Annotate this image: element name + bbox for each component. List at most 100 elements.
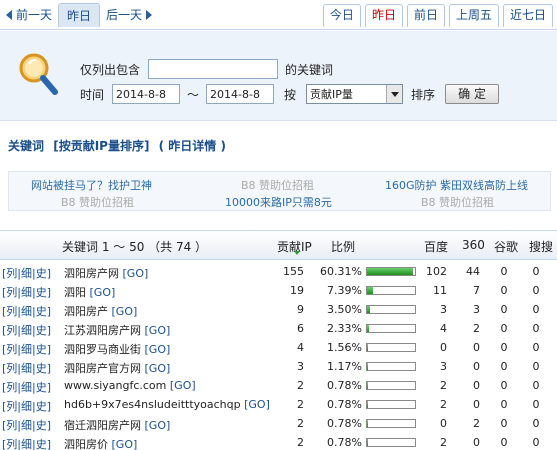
history-link[interactable]: |史] [32, 419, 51, 432]
contains-label: 仅列出包含 [80, 62, 141, 77]
table-row: [列|细|史] 泗阳罗马商业街 [GO] 4 1.56% 0 0 0 0 [0, 338, 557, 357]
detail-link[interactable]: |细 [17, 381, 32, 394]
keyword-cell: www.siyangfc.com [GO] [64, 379, 196, 392]
tab-yesterday[interactable]: 昨日 [364, 4, 403, 27]
s360-cell: 0 [473, 341, 480, 354]
ratio-bar-fill [367, 287, 373, 294]
confirm-button[interactable]: 确 定 [445, 84, 500, 104]
history-link[interactable]: |史] [32, 381, 51, 394]
detail-link[interactable]: |细 [17, 419, 32, 432]
filter-panel: 仅列出包含 的关键词 时间 ～ 按 贡献IP量 排序 确 定 [0, 31, 557, 121]
prev-day-link[interactable]: 前一天 [0, 3, 58, 27]
go-link[interactable]: [GO] [145, 343, 171, 356]
ratio-bar [366, 343, 416, 352]
tab-last-7-days[interactable]: 近七日 [502, 4, 553, 27]
list-link[interactable]: [列 [2, 362, 17, 375]
go-link[interactable]: [GO] [145, 362, 171, 375]
detail-link[interactable]: |细 [17, 343, 32, 356]
go-link[interactable]: [GO] [123, 267, 149, 280]
google-cell: 0 [500, 341, 508, 354]
date-stepper: 前一天 昨日 后一天 [0, 3, 158, 27]
list-link[interactable]: [列 [2, 419, 17, 432]
date-filter-row: 时间 ～ 按 贡献IP量 排序 确 定 [80, 84, 500, 104]
detail-link[interactable]: |细 [17, 286, 32, 299]
row-actions: [列|细|史] [2, 303, 51, 319]
col-360[interactable]: 360 [462, 238, 485, 252]
go-link[interactable]: [GO] [112, 305, 138, 318]
go-link[interactable]: [GO] [170, 379, 196, 392]
go-link[interactable]: [GO] [145, 324, 171, 337]
keyword-cell: 泗阳 [GO] [64, 284, 115, 300]
tab-last-friday[interactable]: 上周五 [448, 4, 499, 27]
detail-link[interactable]: |细 [17, 400, 32, 413]
date-to-input[interactable] [206, 84, 275, 104]
list-link[interactable]: [列 [2, 267, 17, 280]
list-link[interactable]: [列 [2, 400, 17, 413]
history-link[interactable]: |史] [32, 305, 51, 318]
ratio-bar [366, 305, 416, 314]
tab-day-before[interactable]: 前日 [406, 4, 445, 27]
sort-field-select[interactable]: 贡献IP量 [306, 84, 404, 104]
keyword-text: 江苏泗阳房产网 [64, 324, 141, 337]
ad-link-1[interactable]: 网站被挂马了？找护卫神 [31, 177, 152, 193]
keyword-cell: hd6b+9x7es4nsludeitttyoachqp [GO] [64, 398, 270, 411]
table-row: [列|细|史] 泗阳房产网 [GO] 155 60.31% 102 44 0 0 [0, 262, 557, 281]
col-sogou[interactable]: 搜搜 [529, 238, 553, 255]
list-link[interactable]: [列 [2, 305, 17, 318]
ad-link-3[interactable]: 160G防护 紫田双线高防上线 [385, 177, 528, 193]
ip-cell: 2 [297, 379, 304, 392]
ratio-bar-fill [367, 401, 368, 408]
sogou-cell: 0 [532, 303, 540, 316]
list-link[interactable]: [列 [2, 286, 17, 299]
history-link[interactable]: |史] [32, 343, 51, 356]
history-link[interactable]: |史] [32, 267, 51, 280]
ratio-bar-fill [367, 325, 369, 332]
table-row: [列|细|史] 泗阳房产官方网 [GO] 3 1.17% 3 0 0 0 [0, 357, 557, 376]
tab-today[interactable]: 今日 [322, 4, 361, 27]
table-row: [列|细|史] 泗阳房价 [GO] 2 0.78% 2 0 0 0 [0, 433, 557, 450]
ratio-bar [366, 400, 416, 409]
history-link[interactable]: |史] [32, 400, 51, 413]
keyword-filter-input[interactable] [148, 59, 279, 79]
col-google[interactable]: 谷歌 [494, 238, 518, 255]
detail-link[interactable]: |细 [17, 438, 32, 450]
detail-link[interactable]: |细 [17, 362, 32, 375]
go-link[interactable]: [GO] [90, 286, 116, 299]
detail-link[interactable]: |细 [17, 267, 32, 280]
yesterday-detail-link[interactable]: ( 昨日详情 ) [159, 139, 226, 153]
ip-cell: 155 [283, 265, 304, 278]
date-from-input[interactable] [112, 84, 181, 104]
list-link[interactable]: [列 [2, 343, 17, 356]
history-link[interactable]: |史] [32, 438, 51, 450]
detail-link[interactable]: |细 [17, 324, 32, 337]
keyword-suffix-label: 的关键词 [285, 62, 334, 77]
percent-cell: 3.50% [327, 303, 362, 316]
s360-cell: 3 [473, 303, 480, 316]
history-link[interactable]: |史] [32, 324, 51, 337]
go-link[interactable]: [GO] [145, 419, 171, 432]
keyword-cell: 泗阳房产网 [GO] [64, 265, 148, 281]
keyword-text: 泗阳房产 [64, 305, 108, 318]
prev-day-label: 前一天 [16, 8, 53, 22]
keyword-text: 泗阳罗马商业街 [64, 343, 141, 356]
list-link[interactable]: [列 [2, 324, 17, 337]
ip-cell: 6 [297, 322, 304, 335]
list-link[interactable]: [列 [2, 381, 17, 394]
detail-link[interactable]: |细 [17, 305, 32, 318]
baidu-cell: 4 [440, 322, 447, 335]
list-link[interactable]: [列 [2, 438, 17, 450]
ad-link-5[interactable]: 10000来路IP只需8元 [225, 194, 332, 210]
ratio-bar-fill [367, 382, 368, 389]
arrow-right-icon [146, 10, 153, 20]
keyword-filter-row: 仅列出包含 的关键词 [80, 59, 333, 79]
ip-cell: 19 [290, 284, 304, 297]
history-link[interactable]: |史] [32, 362, 51, 375]
table-row: [列|细|史] 宿迁泗阳房产网 [GO] 2 0.78% 0 2 0 0 [0, 414, 557, 433]
go-link[interactable]: [GO] [244, 398, 270, 411]
period-tabs: 今日 昨日 前日 上周五 近七日 [322, 4, 553, 27]
row-actions: [列|细|史] [2, 379, 51, 395]
go-link[interactable]: [GO] [112, 438, 138, 450]
next-day-link[interactable]: 后一天 [100, 3, 158, 27]
history-link[interactable]: |史] [32, 286, 51, 299]
col-baidu[interactable]: 百度 [424, 238, 448, 255]
